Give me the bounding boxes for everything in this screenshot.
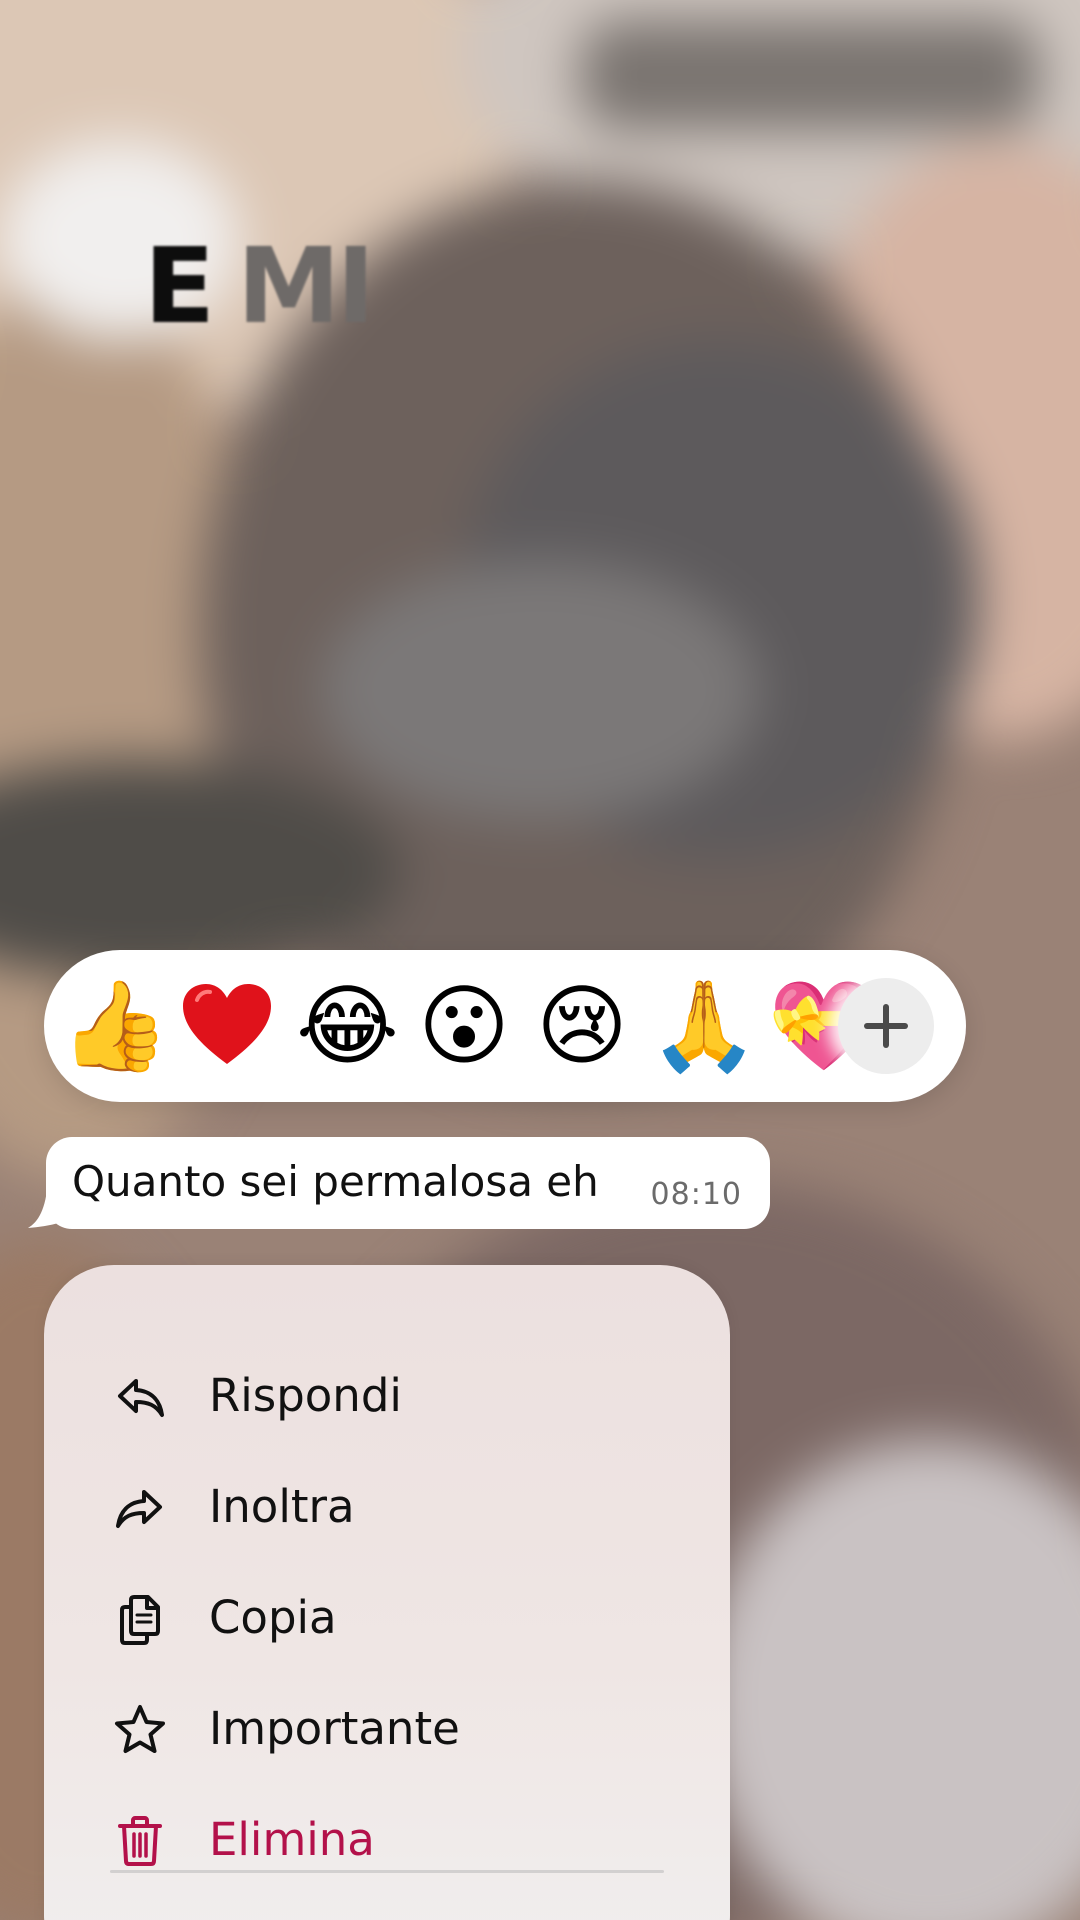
surprised-reaction[interactable]: 😮: [414, 976, 514, 1076]
message-context-menu: Rispondi Inoltra Copia Importante Elimin…: [44, 1265, 730, 1920]
screen: E MI 👍 😂 😮 😢 🙏 💝 Quanto sei permalosa eh …: [0, 0, 1080, 1920]
copy-icon: [112, 1591, 168, 1647]
title-part-2: MI: [237, 225, 375, 347]
menu-item-label: Copia: [209, 1591, 337, 1644]
menu-item-delete[interactable]: Elimina: [44, 1791, 730, 1891]
tears-of-joy-reaction[interactable]: 😂: [296, 976, 399, 1076]
trash-icon: [112, 1813, 168, 1869]
forward-icon: [112, 1480, 168, 1536]
title-part-1: E: [144, 225, 215, 347]
menu-item-label: Rispondi: [209, 1369, 402, 1422]
menu-item-copy[interactable]: Copia: [44, 1569, 730, 1669]
message-time: 08:10: [650, 1177, 742, 1212]
menu-divider: [110, 1870, 664, 1873]
folded-hands-reaction[interactable]: 🙏: [649, 976, 759, 1076]
menu-item-label: Inoltra: [209, 1480, 355, 1533]
menu-item-label: Elimina: [209, 1813, 375, 1866]
thumbs-up-reaction[interactable]: 👍: [60, 976, 170, 1076]
more-reactions-button[interactable]: [838, 978, 934, 1074]
reply-icon: [112, 1369, 168, 1425]
red-heart-icon: [183, 984, 271, 1064]
background-title-text: E MI: [144, 234, 375, 338]
crying-reaction[interactable]: 😢: [532, 976, 632, 1076]
message-text: Quanto sei permalosa eh: [72, 1157, 599, 1206]
red-heart-reaction[interactable]: [177, 976, 277, 1076]
menu-item-label: Importante: [209, 1702, 460, 1755]
menu-item-important[interactable]: Importante: [44, 1680, 730, 1780]
star-icon: [112, 1702, 168, 1758]
menu-item-forward[interactable]: Inoltra: [44, 1458, 730, 1558]
reaction-bar: 👍 😂 😮 😢 🙏 💝: [44, 950, 966, 1102]
menu-item-reply[interactable]: Rispondi: [44, 1347, 730, 1447]
message-bubble[interactable]: Quanto sei permalosa eh 08:10: [46, 1137, 770, 1229]
